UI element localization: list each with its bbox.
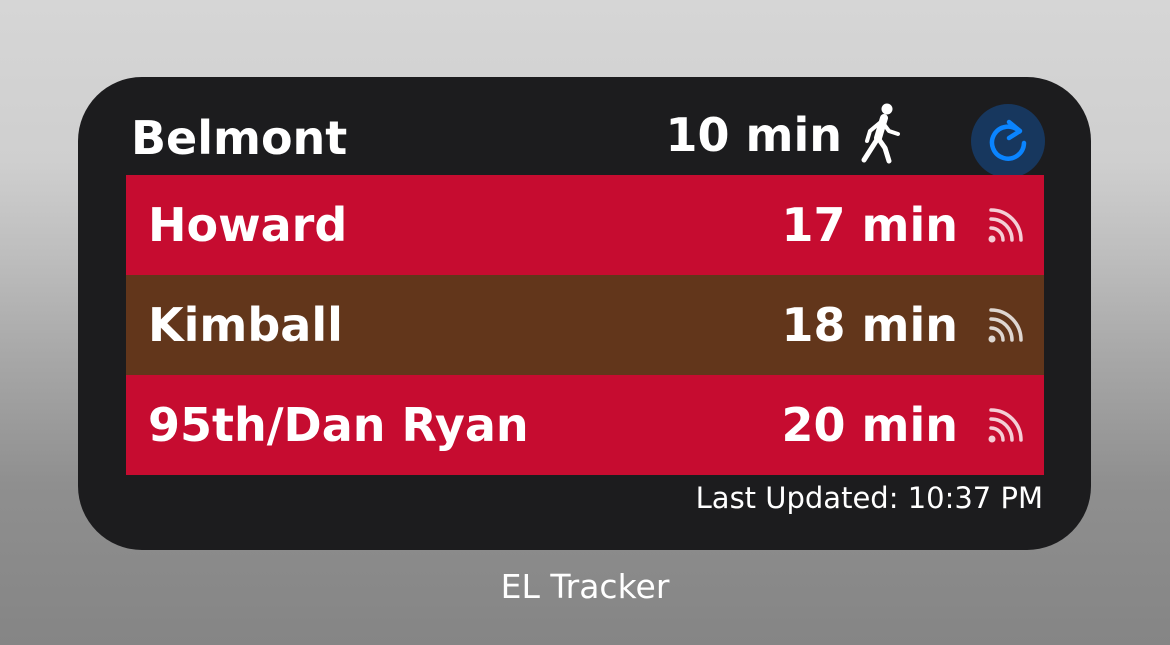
walking-person-icon bbox=[860, 103, 906, 165]
arrival-row-kimball[interactable]: Kimball 18 min bbox=[126, 275, 1044, 375]
arrival-row-howard[interactable]: Howard 17 min bbox=[126, 175, 1044, 275]
arrival-row-95th-dan-ryan[interactable]: 95th/Dan Ryan 20 min bbox=[126, 375, 1044, 475]
live-tracking-icon bbox=[986, 406, 1026, 446]
el-tracker-widget[interactable]: Belmont 10 min Howard 17 min Kimball 18 … bbox=[78, 77, 1091, 550]
walk-time: 10 min bbox=[665, 108, 842, 162]
arrivals-list: Howard 17 min Kimball 18 min 95th/Dan Ry… bbox=[126, 175, 1044, 475]
widget-header: Belmont 10 min bbox=[78, 77, 1091, 178]
live-tracking-icon bbox=[986, 206, 1026, 246]
refresh-button[interactable] bbox=[971, 104, 1045, 178]
refresh-icon bbox=[983, 116, 1033, 166]
arrival-destination: 95th/Dan Ryan bbox=[148, 398, 529, 452]
arrival-destination: Kimball bbox=[148, 298, 343, 352]
live-tracking-icon bbox=[986, 306, 1026, 346]
arrival-eta: 20 min bbox=[781, 398, 958, 452]
arrival-eta: 17 min bbox=[781, 198, 958, 252]
widget-app-label: EL Tracker bbox=[500, 567, 670, 606]
station-name: Belmont bbox=[131, 111, 348, 165]
arrival-eta: 18 min bbox=[781, 298, 958, 352]
last-updated-timestamp: Last Updated: 10:37 PM bbox=[695, 481, 1043, 515]
arrival-destination: Howard bbox=[148, 198, 348, 252]
